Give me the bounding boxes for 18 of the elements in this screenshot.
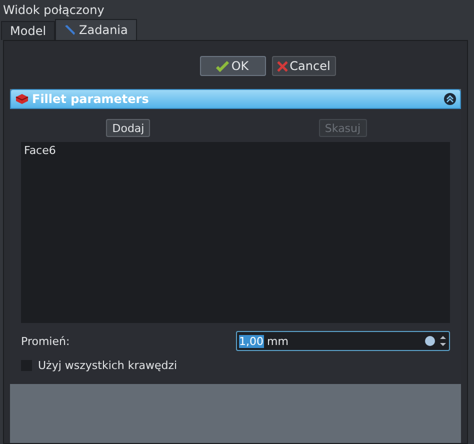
checkmark-icon: [216, 60, 230, 72]
collapse-icon[interactable]: [444, 93, 456, 105]
expression-icon[interactable]: [425, 336, 435, 346]
spin-arrows-icon[interactable]: [439, 334, 447, 348]
window-title: Widok połączony: [3, 3, 104, 17]
box-icon: [15, 93, 29, 105]
tab[interactable]: Zadania: [55, 19, 137, 40]
cross-icon: [276, 60, 288, 72]
panel-button[interactable]: Dodaj: [106, 119, 150, 137]
radius-spinbox[interactable]: 1,00 mm: [236, 331, 450, 351]
tab[interactable]: Model: [1, 21, 56, 40]
radius-label: Promień:: [21, 334, 70, 348]
pencil-icon: [64, 24, 76, 36]
dialog-button[interactable]: OK: [200, 56, 266, 76]
checkbox-label: Użyj wszystkich krawędzi: [38, 359, 178, 372]
list-item[interactable]: Face6: [24, 144, 447, 158]
panel-title: Fillet parameters: [32, 92, 150, 106]
dialog-button[interactable]: Cancel: [272, 56, 336, 76]
